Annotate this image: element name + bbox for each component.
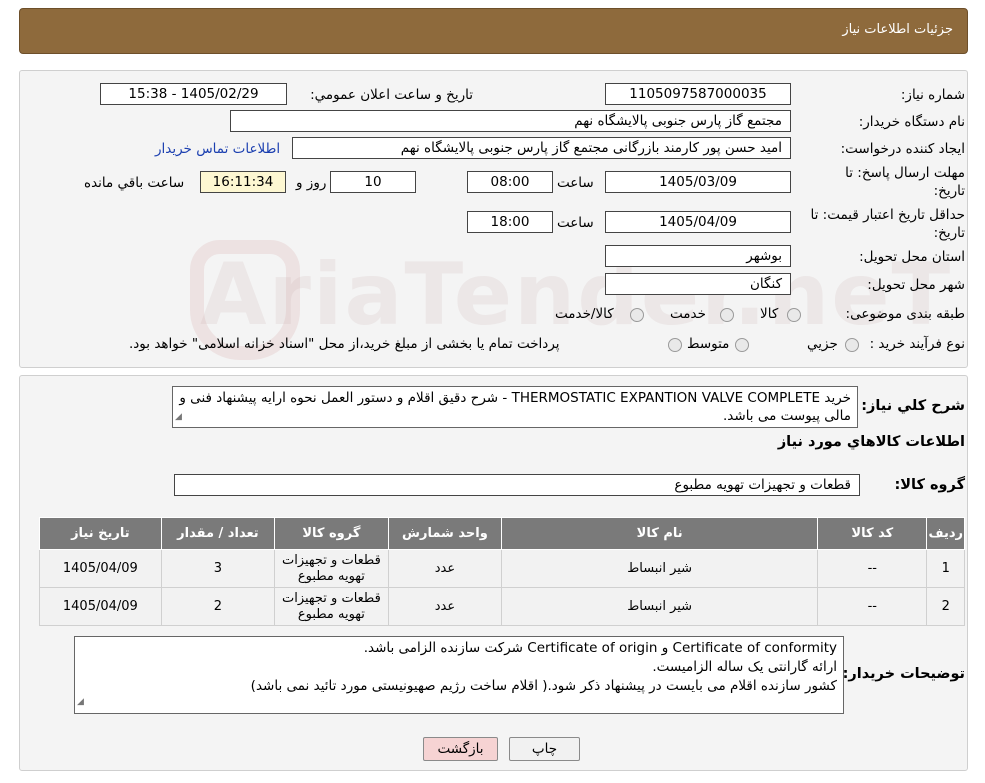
table-row: 1 -- شیر انبساط عدد قطعات و تجهیزات تهوی… — [39, 549, 965, 588]
purchase-type-label: نوع فرآيند خريد : — [869, 336, 965, 352]
summary-label: شرح کلي نياز: — [861, 398, 965, 414]
creator-label: ايجاد کننده درخواست: — [840, 141, 965, 157]
deadline-date-field: 1405/03/09 — [605, 171, 791, 193]
city-field: کنگان — [605, 273, 791, 295]
deadline-time-label: ساعت — [557, 175, 594, 191]
buyer-notes-label: توضيحات خريدار: — [842, 666, 965, 682]
province-label: استان محل تحويل: — [859, 249, 965, 265]
buyer-contact-link[interactable]: اطلاعات تماس خريدار — [155, 141, 280, 157]
remaining-time-field: 16:11:34 — [200, 171, 286, 193]
resize-handle-icon[interactable]: ◢ — [175, 408, 182, 426]
purchase-type-option-minor: جزيي — [807, 336, 838, 352]
col-group: گروه کالا — [274, 517, 389, 550]
deadline-label-date: تاريخ: — [933, 183, 965, 199]
items-title: اطلاعات کالاهاي مورد نياز — [777, 434, 965, 450]
cell-name: شیر انبساط — [501, 549, 819, 588]
announce-datetime-field: 1405/02/29 - 15:38 — [100, 83, 287, 105]
deadline-label: مهلت ارسال پاسخ: تا — [845, 165, 965, 181]
buyer-note-line: کشور سازنده اقلام می بایست در پیشنهاد ذک… — [250, 678, 837, 694]
buyer-notes-textarea[interactable]: Certificate of conformity و Certificate … — [74, 636, 844, 714]
remaining-label: ساعت باقي مانده — [84, 175, 185, 191]
col-row: رديف — [926, 517, 965, 550]
col-unit: واحد شمارش — [387, 517, 503, 550]
cell-row: 2 — [926, 587, 965, 626]
cell-name: شیر انبساط — [501, 587, 819, 626]
validity-time-label: ساعت — [557, 215, 594, 231]
validity-label-date: تاريخ: — [933, 225, 965, 241]
col-date: تاريخ نياز — [39, 517, 162, 550]
need-number-field: 1105097587000035 — [605, 83, 791, 105]
need-number-label: شماره نیاز: — [900, 87, 965, 103]
days-label: روز و — [296, 175, 327, 191]
page-header: جزئیات اطلاعات نیاز — [19, 8, 968, 54]
treasury-checkbox[interactable] — [668, 338, 682, 352]
col-name: نام کالا — [501, 517, 819, 550]
col-quantity: تعداد / مقدار — [160, 517, 276, 550]
purchase-type-radio-minor[interactable] — [845, 338, 859, 352]
validity-time-field: 18:00 — [467, 211, 553, 233]
category-label: طبقه بندی موضوعی: — [845, 306, 965, 322]
summary-text: خرید THERMOSTATIC EXPANTION VALVE COMPLE… — [179, 390, 851, 424]
cell-date: 1405/04/09 — [39, 549, 162, 588]
cell-row: 1 — [926, 549, 965, 588]
back-button[interactable]: بازگشت — [423, 737, 498, 761]
cell-code: -- — [817, 587, 928, 626]
watermark: AriaTender.neT — [200, 245, 953, 345]
table-header-row: رديف کد کالا نام کالا واحد شمارش گروه کا… — [39, 517, 965, 550]
category-radio-goods-service[interactable] — [630, 308, 644, 322]
items-table: رديف کد کالا نام کالا واحد شمارش گروه کا… — [39, 517, 965, 626]
category-radio-service[interactable] — [720, 308, 734, 322]
purchase-type-option-medium: متوسط — [687, 336, 730, 352]
category-option-service: خدمت — [670, 306, 706, 322]
city-label: شهر محل تحويل: — [867, 277, 965, 293]
summary-textarea[interactable]: خرید THERMOSTATIC EXPANTION VALVE COMPLE… — [172, 386, 858, 428]
cell-quantity: 2 — [160, 587, 276, 626]
resize-handle-icon[interactable]: ◢ — [77, 693, 84, 712]
days-remaining-field: 10 — [330, 171, 416, 193]
buyer-note-line: Certificate of conformity و Certificate … — [363, 640, 837, 656]
buyer-org-field: مجتمع گاز پارس جنوبی پالایشگاه نهم — [230, 110, 791, 132]
cell-unit: عدد — [387, 549, 503, 588]
cell-unit: عدد — [387, 587, 503, 626]
category-option-goods-service: کالا/خدمت — [555, 306, 614, 322]
goods-group-field: قطعات و تجهیزات تهویه مطبوع — [174, 474, 860, 496]
deadline-time-field: 08:00 — [467, 171, 553, 193]
col-code: کد کالا — [817, 517, 928, 550]
goods-group-label: گروه کالا: — [894, 477, 965, 493]
category-option-goods: کالا — [760, 306, 779, 322]
purchase-type-radio-medium[interactable] — [735, 338, 749, 352]
cell-group: قطعات و تجهیزات تهویه مطبوع — [274, 587, 389, 626]
table-row: 2 -- شیر انبساط عدد قطعات و تجهیزات تهوی… — [39, 587, 965, 626]
creator-field: امید حسن پور کارمند بازرگانی مجتمع گاز پ… — [292, 137, 791, 159]
cell-group: قطعات و تجهیزات تهویه مطبوع — [274, 549, 389, 588]
print-button[interactable]: چاپ — [509, 737, 580, 761]
category-radio-goods[interactable] — [787, 308, 801, 322]
buyer-note-line: ارائه گارانتی یک ساله الزامیست. — [652, 659, 837, 675]
validity-label: حداقل تاريخ اعتبار قيمت: تا — [810, 207, 965, 223]
cell-code: -- — [817, 549, 928, 588]
treasury-note: پرداخت تمام يا بخشی از مبلغ خريد،از محل … — [129, 336, 560, 352]
page-title: جزئیات اطلاعات نیاز — [842, 22, 953, 37]
announce-label: تاریخ و ساعت اعلان عمومي: — [310, 87, 473, 103]
buyer-org-label: نام دستگاه خريدار: — [858, 114, 965, 130]
cell-date: 1405/04/09 — [39, 587, 162, 626]
province-field: بوشهر — [605, 245, 791, 267]
validity-date-field: 1405/04/09 — [605, 211, 791, 233]
cell-quantity: 3 — [160, 549, 276, 588]
